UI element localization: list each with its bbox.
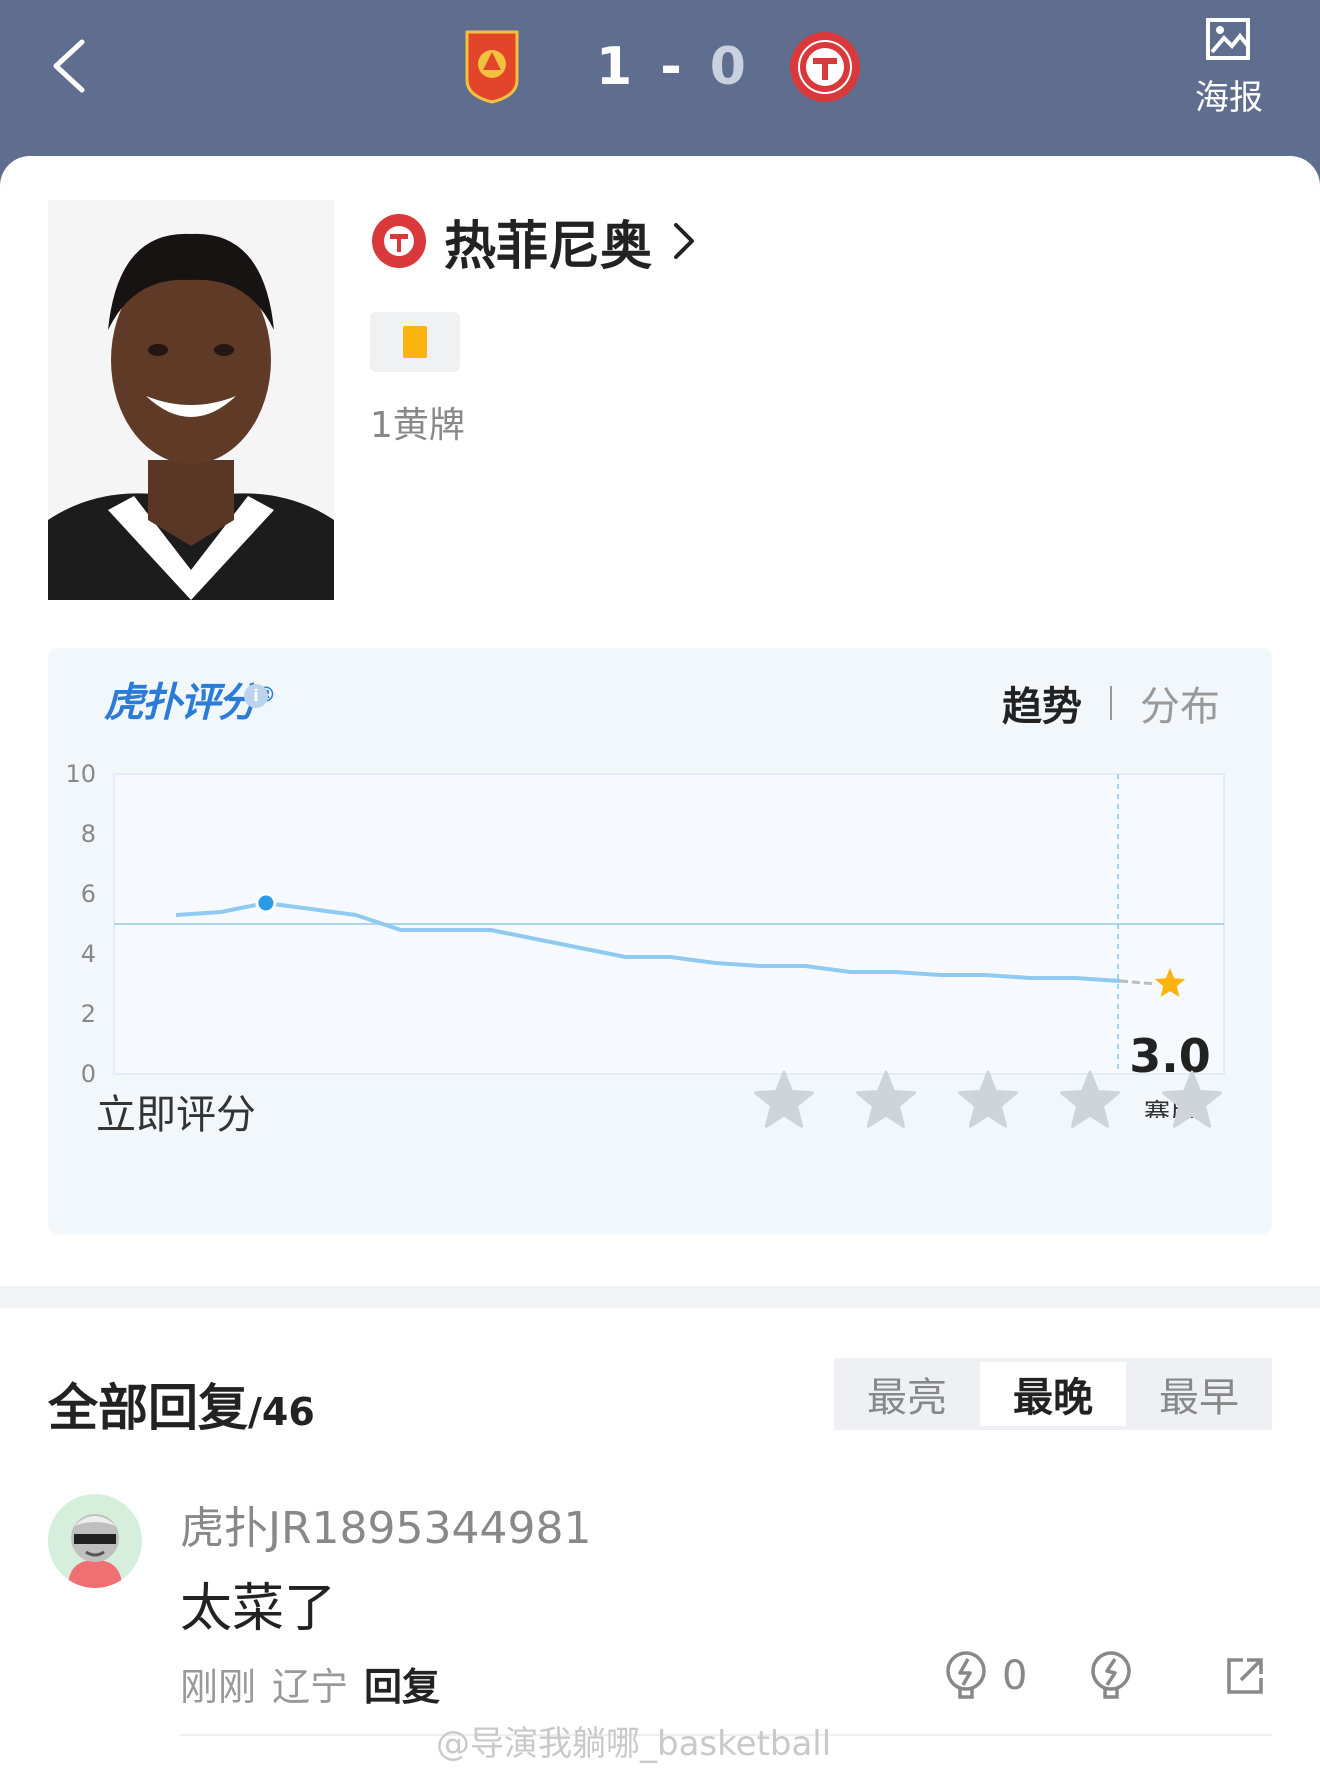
y-tick-label: 2 [81, 1000, 96, 1028]
match-event-text: 1黄牌 [370, 405, 465, 446]
rating-trend-chart: 02468103.0赛后 [65, 760, 1225, 1118]
chevron-right-icon [674, 223, 695, 259]
rating-stars [714, 1068, 1224, 1132]
replies-title: 全部回复 [48, 1379, 248, 1437]
watermark-text: @导演我躺哪_basketball [436, 1724, 832, 1764]
rating-star-icon[interactable] [956, 1068, 1020, 1132]
reply-sort-toggle: 最亮 最晚 最早 [834, 1358, 1272, 1430]
rating-panel: 虎扑评分® i 趋势 分布 02468103.0赛后 立即评分 [48, 648, 1272, 1234]
score-separator: - [660, 37, 684, 97]
rating-star-icon[interactable] [1058, 1068, 1122, 1132]
highlight-point [255, 892, 277, 914]
poster-button[interactable]: 海报 [1184, 14, 1274, 124]
back-arrow-icon[interactable] [48, 36, 92, 96]
rating-star-icon[interactable] [1160, 1068, 1224, 1132]
replies-count: /46 [248, 1390, 315, 1434]
player-name: 热菲尼奥 [444, 216, 653, 277]
section-divider [0, 1286, 1320, 1308]
info-icon[interactable]: i [244, 684, 268, 708]
comment-meta: 刚刚 辽宁 回复 [180, 1656, 440, 1711]
y-tick-label: 8 [81, 820, 96, 848]
comment-actions: 0 [944, 1644, 1267, 1708]
away-score: 0 [709, 37, 748, 97]
light-up-icon[interactable] [944, 1649, 988, 1703]
like-count: 0 [1002, 1653, 1028, 1699]
comment-time: 刚刚 [180, 1665, 257, 1709]
replies-header: 全部回复/46 [48, 1368, 315, 1440]
home-score: 1 [596, 37, 635, 97]
match-event-box [370, 312, 460, 372]
sort-brightest[interactable]: 最亮 [834, 1358, 980, 1430]
home-team-crest-icon[interactable] [463, 30, 521, 104]
rate-now-label: 立即评分 [96, 1092, 256, 1138]
match-score: 1 - 0 [596, 32, 748, 102]
share-icon[interactable] [1223, 1654, 1267, 1698]
away-team-crest-icon[interactable] [788, 30, 862, 104]
comment-location: 辽宁 [272, 1665, 349, 1709]
poster-label: 海报 [1195, 78, 1263, 118]
player-name-row[interactable]: 热菲尼奥 [370, 206, 698, 277]
team-badge-icon [372, 214, 426, 268]
y-tick-label: 4 [81, 940, 96, 968]
comment-username[interactable]: 虎扑JR1895344981 [180, 1492, 592, 1556]
light-down-icon[interactable] [1089, 1649, 1133, 1703]
tab-divider [1110, 686, 1112, 720]
player-photo [48, 200, 334, 600]
sort-latest[interactable]: 最晚 [980, 1362, 1126, 1426]
y-tick-label: 0 [81, 1060, 96, 1088]
y-tick-label: 10 [65, 760, 96, 788]
poster-image-icon [1206, 18, 1250, 60]
y-tick-label: 6 [81, 880, 96, 908]
rating-star-icon[interactable] [752, 1068, 816, 1132]
player-card: 热菲尼奥 1黄牌 虎扑评分® i 趋势 分布 02468103.0赛后 立即评分… [0, 156, 1320, 1780]
reply-button[interactable]: 回复 [364, 1656, 440, 1711]
top-bar: 1 - 0 海报 [0, 0, 1320, 160]
avatar[interactable] [48, 1494, 142, 1588]
rating-star-icon[interactable] [854, 1068, 918, 1132]
comment-text: 太菜了 [180, 1579, 337, 1639]
sort-earliest[interactable]: 最早 [1126, 1358, 1272, 1430]
yellow-card-icon [403, 326, 427, 358]
